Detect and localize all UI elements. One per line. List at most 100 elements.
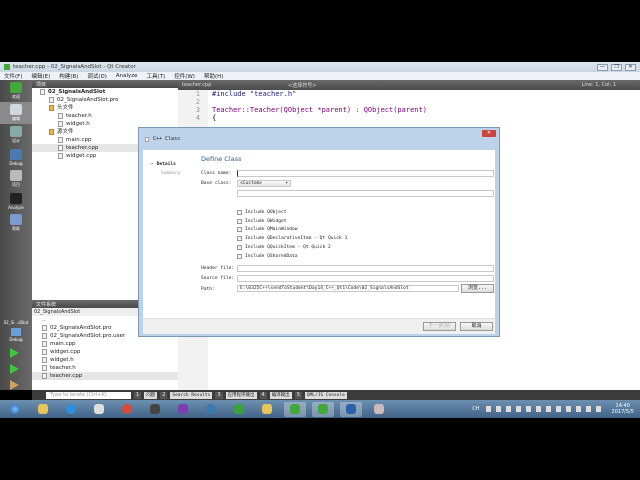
mode-4[interactable]: 项目 — [0, 168, 32, 190]
app-icon[interactable] — [60, 402, 82, 417]
dialog-title: C++ Class — [153, 136, 181, 142]
fs-item[interactable]: main.cpp — [32, 340, 178, 348]
chevron-down-icon: ▾ — [285, 181, 288, 186]
fs-item[interactable]: widget.cpp — [32, 348, 178, 356]
menu-item[interactable]: 控件(W) — [174, 72, 195, 80]
mode-icon — [10, 148, 22, 160]
include-checkbox[interactable]: Include QDeclarativeItem - Qt Quick 1 — [237, 236, 348, 242]
file-tab[interactable]: teacher.cpp — [182, 82, 282, 88]
chrome-icon[interactable] — [116, 402, 138, 417]
menu-item[interactable]: 编辑(E) — [31, 72, 50, 80]
include-checkbox[interactable]: Include QMainWindow — [237, 227, 298, 233]
start-button[interactable] — [4, 402, 26, 417]
qt-creator-icon[interactable] — [284, 401, 306, 417]
fs-item-label: 02_SignalsAndSlot.pro.user — [50, 333, 126, 339]
clock[interactable]: 14:40 2017/5/5 — [612, 403, 634, 415]
tree-item-label: main.cpp — [66, 137, 92, 143]
qt-creator-icon-2[interactable] — [312, 401, 334, 417]
mode-label: Analyze — [8, 204, 24, 210]
fs-item[interactable]: teacher.h — [32, 364, 178, 372]
base-class-select[interactable]: <Custom> ▾ — [237, 180, 291, 187]
step-details-label: Details — [156, 162, 176, 167]
tray-icons[interactable] — [485, 406, 606, 412]
browse-button[interactable]: 浏览... — [461, 284, 494, 293]
tree-item[interactable]: teacher.h — [32, 112, 178, 120]
mode-6[interactable]: 帮助 — [0, 212, 32, 234]
dialog-footer: 下一步(N) 取消 — [143, 318, 495, 334]
include-checkbox[interactable]: Include QSharedData — [237, 253, 298, 259]
folder-icon[interactable] — [256, 402, 278, 417]
paint-icon[interactable] — [368, 402, 390, 417]
custom-base-input[interactable] — [237, 190, 494, 197]
tree-item[interactable]: 02_SignalsAndSlot.pro — [32, 96, 178, 104]
header-file-input[interactable] — [237, 265, 494, 272]
editor-toolbar: teacher.cpp <选择符号> Line: 1, Col: 1 — [178, 80, 640, 90]
explorer-icon[interactable] — [32, 402, 54, 417]
output-tab[interactable]: QML/JS Console — [304, 391, 347, 399]
file-icon — [42, 324, 47, 331]
class-name-input[interactable] — [237, 170, 494, 177]
menu-bar: 文件(F) 编辑(E) 构建(B) 调试(D) Analyze 工具(T) 控件(W) 帮助(… — [0, 72, 640, 80]
fs-item[interactable]: widget.h — [32, 356, 178, 364]
mode-5[interactable]: Analyze — [0, 190, 32, 212]
include-checkbox[interactable]: Include QQuickItem - Qt Quick 2 — [237, 244, 331, 250]
checkbox-label: Include QObject — [245, 210, 287, 215]
run-target[interactable]: 02_Si...dSlot Debug — [0, 320, 32, 342]
menu-item[interactable]: 帮助(H) — [204, 72, 223, 80]
unity-icon[interactable] — [88, 402, 110, 417]
next-button[interactable]: 下一步(N) — [423, 322, 456, 331]
fs-item-label: widget.h — [50, 357, 74, 363]
checkbox-label: Include QSharedData — [245, 253, 298, 259]
language-indicator[interactable]: CH — [472, 406, 479, 412]
include-checkbox[interactable]: Include QObject — [237, 210, 287, 215]
menu-item[interactable]: 构建(B) — [59, 72, 78, 80]
mode-icon — [10, 82, 22, 93]
minimize-button[interactable]: — — [597, 63, 608, 71]
file-icon — [42, 332, 47, 339]
output-tab[interactable]: 应用程序输出 — [225, 391, 257, 399]
locate-input[interactable]: Type to locate (Ctrl+K) — [46, 391, 131, 399]
mode-2[interactable]: 设计 — [0, 124, 32, 146]
symbol-dropdown[interactable]: <选择符号> — [288, 82, 576, 89]
evernote-icon[interactable] — [228, 402, 250, 417]
mode-label: 编辑 — [12, 116, 20, 121]
menu-item[interactable]: 工具(T) — [147, 72, 166, 80]
build-button[interactable] — [10, 380, 19, 390]
cancel-button[interactable]: 取消 — [460, 322, 493, 331]
run-button[interactable] — [10, 348, 19, 358]
mode-0[interactable]: 欢迎 — [0, 80, 32, 102]
mode-1[interactable]: 编辑 — [0, 102, 32, 124]
dialog-close-button[interactable]: ✕ — [482, 130, 496, 137]
menu-item[interactable]: Analyze — [116, 73, 138, 79]
project-panel-title: 项目 — [36, 81, 47, 88]
tree-item[interactable]: 头文件 — [32, 104, 178, 112]
checkbox-box — [237, 218, 242, 224]
output-tab-number: 5 — [294, 391, 302, 399]
fs-item[interactable]: teacher.cpp — [32, 372, 178, 380]
include-checkbox[interactable]: Include QWidget — [237, 218, 287, 224]
app-icon-2[interactable] — [200, 402, 222, 417]
source-file-input[interactable] — [237, 275, 494, 282]
menu-item[interactable]: 文件(F) — [4, 72, 22, 80]
debug-run-button[interactable] — [10, 364, 19, 374]
output-tab[interactable]: Search Results — [170, 391, 213, 399]
menu-item[interactable]: 调试(D) — [87, 72, 107, 80]
file-icon — [42, 340, 47, 347]
word-icon[interactable] — [340, 401, 362, 417]
close-button[interactable]: ✕ — [625, 63, 636, 71]
mode-icon — [10, 126, 22, 137]
file-icon — [58, 136, 63, 143]
sublime-icon[interactable] — [144, 402, 166, 417]
maximize-button[interactable]: ❐ — [611, 63, 622, 71]
visual-studio-icon[interactable] — [172, 402, 194, 417]
mode-3[interactable]: Debug — [0, 146, 32, 168]
checkbox-label: Include QDeclarativeItem - Qt Quick 1 — [245, 236, 348, 242]
output-tab[interactable]: 编译输出 — [269, 391, 292, 399]
output-tab[interactable]: 问题 — [144, 391, 158, 399]
fs-item-label: teacher.h — [50, 365, 76, 371]
path-input[interactable]: E:\0325C++\sendToStudent\Day14_C++_Qt1\C… — [237, 285, 459, 292]
tree-item[interactable]: 02_SignalsAndSlot — [32, 88, 178, 96]
tree-item-label: teacher.h — [66, 113, 92, 119]
folder-icon — [49, 104, 54, 111]
window-titlebar: teacher.cpp - 02_SignalsAndSlot - Qt Cre… — [0, 62, 640, 72]
